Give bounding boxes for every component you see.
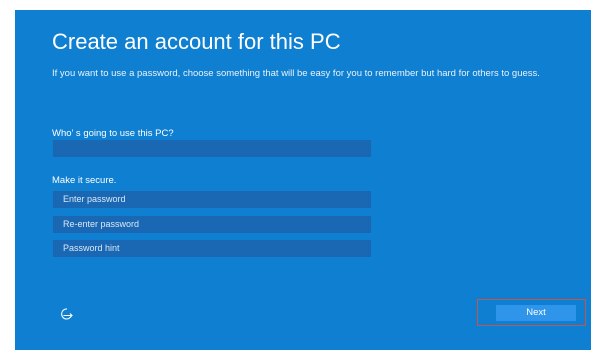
password-field[interactable]: Enter password xyxy=(53,191,371,208)
ease-of-access-icon[interactable] xyxy=(59,306,75,322)
reenter-password-placeholder: Re-enter password xyxy=(63,219,140,229)
username-field[interactable] xyxy=(53,140,371,157)
security-label: Make it secure. xyxy=(52,175,117,186)
setup-screen: Create an account for this PC If you wan… xyxy=(15,10,591,350)
password-placeholder: Enter password xyxy=(63,194,126,204)
page-description: If you want to use a password, choose so… xyxy=(52,68,540,79)
page-title: Create an account for this PC xyxy=(52,29,341,54)
reenter-password-field[interactable]: Re-enter password xyxy=(53,216,371,233)
password-hint-field[interactable]: Password hint xyxy=(53,240,371,257)
password-hint-placeholder: Password hint xyxy=(63,243,120,253)
username-label: Who’ s going to use this PC? xyxy=(52,128,174,139)
next-button[interactable]: Next xyxy=(496,305,576,321)
